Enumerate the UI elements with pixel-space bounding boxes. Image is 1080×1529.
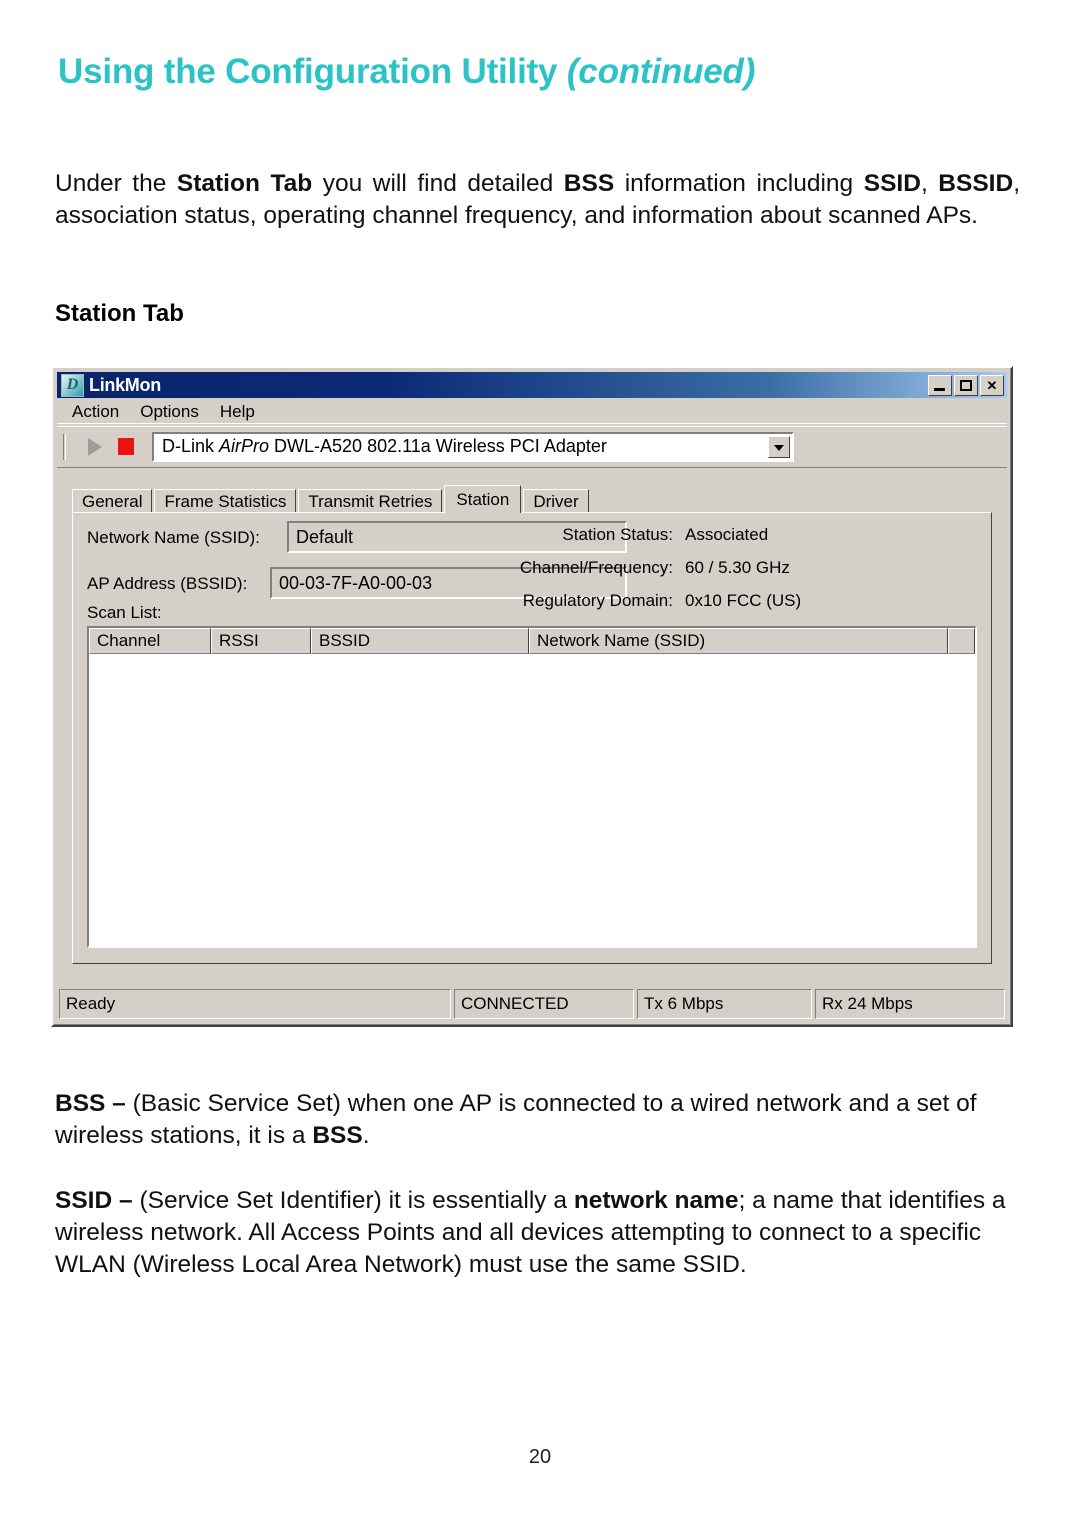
- ssid-label: Network Name (SSID):: [87, 528, 260, 547]
- bss-text-a: (Basic Service Set) when one AP is conne…: [55, 1090, 977, 1149]
- ssid-bold-network-name: network name: [573, 1187, 739, 1214]
- intro-bold-station-tab: Station Tab: [176, 170, 313, 197]
- scan-column-filler[interactable]: [948, 628, 975, 654]
- ssid-definition-paragraph: SSID – (Service Set Identifier) it is es…: [55, 1185, 1020, 1281]
- status-bar: Ready CONNECTED Tx 6 Mbps Rx 24 Mbps: [59, 989, 1005, 1019]
- station-tab-panel: Network Name (SSID): Default AP Address …: [72, 512, 992, 964]
- page-number: 20: [528, 1446, 552, 1468]
- menu-bar: Action Options Help: [57, 400, 1007, 424]
- bss-term-inline: BSS: [312, 1122, 363, 1149]
- regulatory-domain-label: Regulatory Domain:: [522, 591, 673, 610]
- bss-term: BSS –: [55, 1090, 133, 1117]
- status-tx-rate: Tx 6 Mbps: [637, 989, 812, 1019]
- play-icon[interactable]: [88, 437, 102, 456]
- toolbar-grip: [63, 433, 66, 460]
- status-ready: Ready: [59, 989, 451, 1019]
- bss-definition-paragraph: BSS – (Basic Service Set) when one AP is…: [55, 1088, 1020, 1152]
- maximize-button[interactable]: [954, 374, 978, 396]
- chevron-down-icon[interactable]: [768, 435, 790, 458]
- close-icon: ✕: [986, 377, 998, 393]
- menu-item-options[interactable]: Options: [132, 401, 207, 423]
- scan-column-network-name[interactable]: Network Name (SSID): [529, 628, 948, 654]
- bssid-label: AP Address (BSSID):: [87, 574, 248, 593]
- intro-paragraph: Under the Station Tab you will find deta…: [55, 168, 1020, 232]
- scan-list-header: Channel RSSI BSSID Network Name (SSID): [89, 628, 975, 654]
- scan-column-channel[interactable]: Channel: [89, 628, 211, 654]
- status-rx-rate: Rx 24 Mbps: [815, 989, 1005, 1019]
- status-connection: CONNECTED: [454, 989, 634, 1019]
- station-status-value: Associated: [685, 525, 769, 544]
- toolbar: D-Link AirPro DWL-A520 802.11a Wireless …: [57, 426, 1007, 466]
- intro-bold-bss: BSS: [563, 170, 615, 197]
- intro-text-4: ,: [920, 170, 939, 197]
- tab-strip: General Frame Statistics Transmit Retrie…: [72, 485, 992, 513]
- bss-text-b: .: [362, 1122, 370, 1149]
- channel-frequency-label: Channel/Frequency:: [519, 558, 673, 577]
- stop-icon[interactable]: [118, 438, 134, 455]
- dlink-logo-icon: [61, 373, 84, 397]
- window-title-bar: LinkMon ✕: [57, 372, 1007, 398]
- scan-column-bssid[interactable]: BSSID: [311, 628, 529, 654]
- page-title-main: Using the Configuration Utility: [58, 52, 567, 91]
- ssid-term: SSID –: [55, 1187, 140, 1214]
- adapter-combobox[interactable]: D-Link AirPro DWL-A520 802.11a Wireless …: [152, 431, 794, 462]
- station-status-label: Station Status:: [562, 525, 673, 544]
- intro-bold-ssid: SSID: [863, 170, 921, 197]
- ssid-text-a: (Service Set Identifier) it is essential…: [139, 1187, 574, 1214]
- linkmon-window: LinkMon ✕ Action Options Help D-Link Air…: [51, 366, 1013, 1027]
- intro-text-3: information including: [614, 170, 864, 197]
- adapter-brand: AirPro: [219, 436, 270, 456]
- window-controls: ✕: [928, 374, 1005, 396]
- menu-item-help[interactable]: Help: [212, 401, 263, 423]
- scan-list-body[interactable]: [89, 654, 975, 946]
- page-title-continued: (continued): [566, 52, 756, 91]
- menu-item-action[interactable]: Action: [64, 401, 127, 423]
- tab-frame-statistics[interactable]: Frame Statistics: [154, 489, 297, 513]
- adapter-prefix: D-Link: [162, 436, 220, 456]
- tab-station[interactable]: Station: [444, 485, 522, 513]
- window-title-text: LinkMon: [89, 374, 161, 395]
- intro-bold-bssid: BSSID: [938, 170, 1014, 197]
- close-button[interactable]: ✕: [980, 374, 1004, 396]
- adapter-suffix: DWL-A520 802.11a Wireless PCI Adapter: [269, 436, 607, 456]
- channel-frequency-value: 60 / 5.30 GHz: [685, 558, 790, 577]
- tab-driver[interactable]: Driver: [523, 489, 589, 513]
- tab-general[interactable]: General: [72, 489, 153, 513]
- scan-list[interactable]: Channel RSSI BSSID Network Name (SSID): [87, 626, 977, 948]
- tab-transmit-retries[interactable]: Transmit Retries: [298, 489, 443, 513]
- adapter-combobox-value: D-Link AirPro DWL-A520 802.11a Wireless …: [154, 436, 607, 457]
- client-area: General Frame Statistics Transmit Retrie…: [57, 467, 1007, 978]
- scan-column-rssi[interactable]: RSSI: [211, 628, 311, 654]
- intro-text-1: Under the: [55, 170, 177, 197]
- regulatory-domain-value: 0x10 FCC (US): [685, 591, 802, 610]
- intro-text-2: you will find detailed: [312, 170, 564, 197]
- page-title: Using the Configuration Utility (continu…: [58, 52, 755, 92]
- scan-list-label: Scan List:: [87, 603, 162, 622]
- section-heading-station-tab: Station Tab: [55, 300, 184, 327]
- minimize-button[interactable]: [928, 374, 952, 396]
